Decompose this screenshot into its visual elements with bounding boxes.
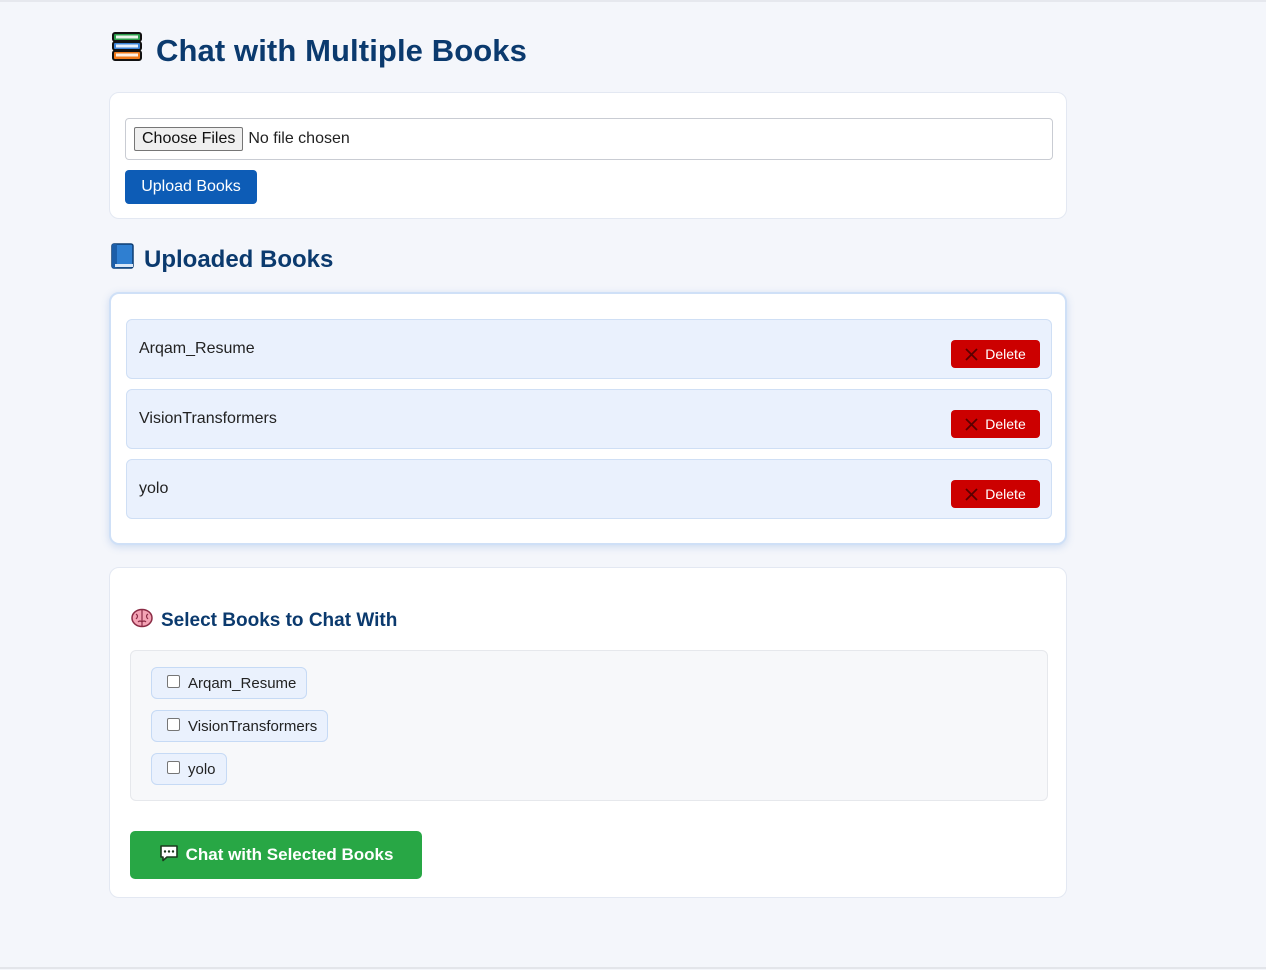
book-option[interactable]: Arqam_Resume xyxy=(151,667,308,699)
book-checkbox-list: Arqam_Resume VisionTransformers yolo xyxy=(130,650,1048,801)
file-input[interactable]: Choose Files No file chosen xyxy=(125,118,1053,160)
book-name: VisionTransformers xyxy=(139,410,277,427)
books-icon xyxy=(110,30,144,72)
book-option-label: VisionTransformers xyxy=(188,717,318,735)
select-books-title: Select Books to Chat With xyxy=(161,609,398,631)
book-checkbox[interactable] xyxy=(167,761,180,774)
delete-book-button[interactable]: Delete xyxy=(951,480,1040,508)
chat-with-selected-button[interactable]: Chat with Selected Books xyxy=(130,831,422,879)
book-name: yolo xyxy=(139,480,169,497)
select-books-panel: Select Books to Chat With Arqam_Resume V… xyxy=(109,567,1067,898)
chat-button-label: Chat with Selected Books xyxy=(185,845,394,864)
page-title-text: Chat with Multiple Books xyxy=(156,33,527,68)
delete-label: Delete xyxy=(985,346,1026,362)
uploaded-books-title: Uploaded Books xyxy=(144,245,334,273)
speech-bubble-icon xyxy=(159,844,179,867)
delete-label: Delete xyxy=(985,416,1026,432)
book-name: Arqam_Resume xyxy=(139,340,255,357)
uploaded-books-list: Arqam_Resume Delete VisionTransformers D… xyxy=(109,292,1067,545)
close-icon xyxy=(965,487,978,501)
brain-icon xyxy=(131,608,153,633)
select-books-heading: Select Books to Chat With xyxy=(131,608,397,633)
book-option-label: yolo xyxy=(188,760,216,778)
book-row: VisionTransformers Delete xyxy=(126,389,1052,449)
book-option[interactable]: yolo xyxy=(151,753,227,785)
choose-files-button[interactable]: Choose Files xyxy=(134,127,244,151)
upload-panel: Choose Files No file chosen Upload Books xyxy=(109,92,1067,219)
file-status-text: No file chosen xyxy=(248,130,350,147)
book-option-label: Arqam_Resume xyxy=(188,674,297,692)
delete-label: Delete xyxy=(985,486,1026,502)
upload-books-button[interactable]: Upload Books xyxy=(125,170,257,204)
book-row: Arqam_Resume Delete xyxy=(126,319,1052,379)
blue-book-icon xyxy=(110,242,136,277)
book-checkbox[interactable] xyxy=(167,675,180,688)
book-option[interactable]: VisionTransformers xyxy=(151,710,329,742)
page-title: Chat with Multiple Books xyxy=(110,30,527,72)
bottom-divider xyxy=(0,967,1266,969)
close-icon xyxy=(965,347,978,361)
book-checkbox[interactable] xyxy=(167,718,180,731)
book-row: yolo Delete xyxy=(126,459,1052,519)
delete-book-button[interactable]: Delete xyxy=(951,410,1040,438)
uploaded-books-heading: Uploaded Books xyxy=(110,242,333,277)
close-icon xyxy=(965,417,978,431)
delete-book-button[interactable]: Delete xyxy=(951,340,1040,368)
